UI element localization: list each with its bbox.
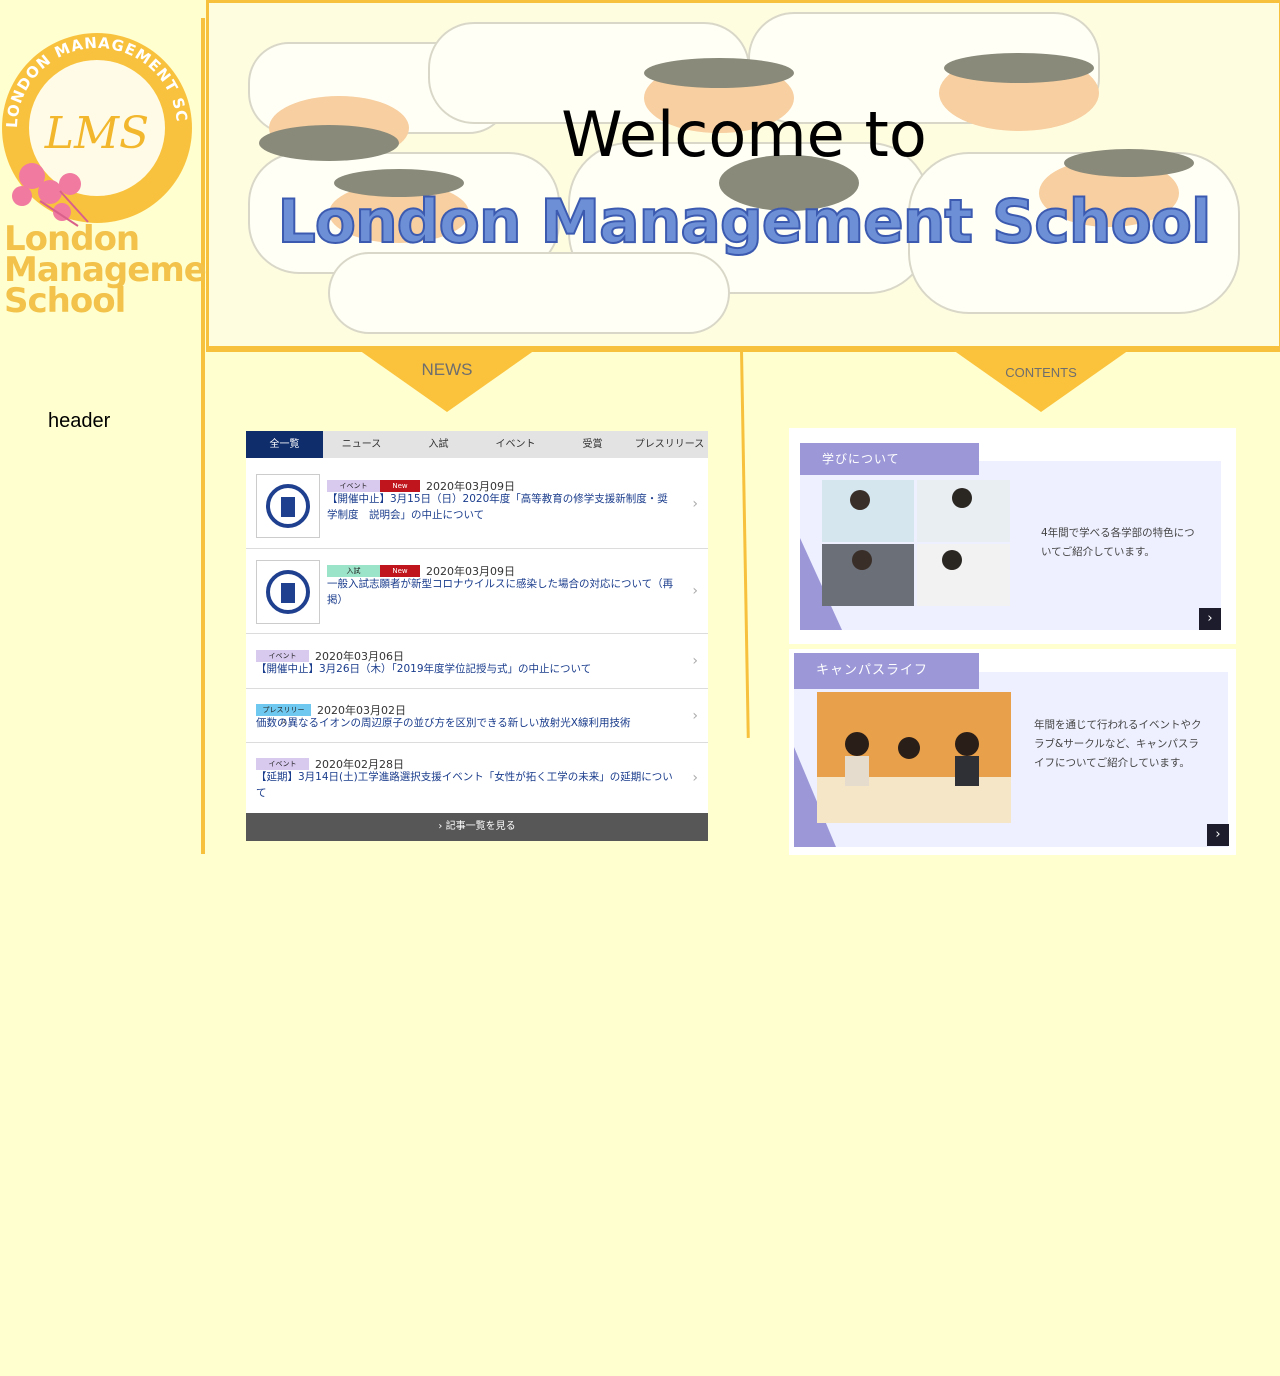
card-description: 4年間で学べる各学部の特色についてご紹介しています。 bbox=[1041, 527, 1195, 558]
news-title-link[interactable]: 価数の異なるイオンの周辺原子の並び方を区別できる新しい放射光X線利用技術 bbox=[256, 715, 676, 731]
header-placeholder-label: header bbox=[48, 410, 111, 432]
hero-banner: Welcome to London Management School bbox=[206, 0, 1280, 352]
tab-admissions[interactable]: 入試 bbox=[400, 431, 477, 458]
new-badge: New bbox=[380, 479, 420, 492]
chevron-right-icon: › bbox=[692, 707, 698, 724]
card-description: 年間を通じて行われるイベントやクラブ&サークルなど、キャンパスライフについてご紹… bbox=[1034, 719, 1202, 769]
chevron-right-icon[interactable]: › bbox=[1199, 608, 1221, 630]
hero-illustration bbox=[248, 12, 1240, 334]
chevron-right-icon[interactable]: › bbox=[1207, 824, 1229, 846]
chevron-right-icon: › bbox=[692, 495, 698, 512]
news-section-label: NEWS bbox=[421, 360, 473, 379]
category-badge: プレスリリース bbox=[256, 703, 311, 726]
learning-photo-collage bbox=[822, 480, 1010, 606]
news-list-item[interactable]: 入試 New 2020年03月09日 一般入試志願者が新型コロナウイルスに感染した場… bbox=[246, 549, 708, 634]
view-all-news-link[interactable]: › 記事一覧を見る bbox=[246, 813, 708, 841]
news-title-link[interactable]: 【延期】3月14日(土)工学進路選択支援イベント「女性が拓く工学の未来」の延期に… bbox=[256, 769, 676, 801]
tab-news[interactable]: ニュース bbox=[323, 431, 400, 458]
news-title-link[interactable]: 【開催中止】3月15日（日）2020年度「高等教育の修学支援新制度・奨学制度 説… bbox=[327, 491, 677, 523]
column-divider bbox=[740, 349, 750, 738]
news-title-link[interactable]: 一般入試志願者が新型コロナウイルスに感染した場合の対応について（再掲） bbox=[327, 576, 677, 608]
chevron-right-icon: › bbox=[692, 770, 698, 786]
news-tabs: 全一覧 ニュース 入試 イベント 受賞 プレスリリース bbox=[246, 431, 708, 458]
tab-events[interactable]: イベント bbox=[477, 431, 554, 458]
chevron-right-icon: › bbox=[692, 583, 698, 599]
tab-press-releases[interactable]: プレスリリース bbox=[631, 431, 708, 458]
contents-card-learning[interactable]: 学びについて 4年間で学べる各学部の特色についてご紹介しています。 › bbox=[789, 428, 1236, 644]
category-badge: 入試 bbox=[327, 564, 380, 577]
hero-school-name: London Management School bbox=[277, 186, 1213, 258]
tab-awards[interactable]: 受賞 bbox=[554, 431, 631, 458]
hero-welcome-text: Welcome to bbox=[561, 98, 927, 171]
tab-all[interactable]: 全一覧 bbox=[246, 431, 323, 458]
news-title-link[interactable]: 【開催中止】3月26日（木）「2019年度学位記授与式」の中止について bbox=[256, 661, 676, 677]
category-badge: イベント bbox=[256, 757, 309, 770]
news-list-item[interactable]: イベント 2020年02月28日 【延期】3月14日(土)工学進路選択支援イベント… bbox=[246, 743, 708, 813]
campus-life-photo bbox=[817, 692, 1011, 823]
university-emblem-icon bbox=[256, 474, 320, 538]
sidebar-rule bbox=[201, 18, 205, 854]
contents-card-campus-life[interactable]: キャンパスライフ 年間を通じて行われるイベントやクラブ&サークルなど、キャンパス… bbox=[789, 649, 1236, 855]
news-list-item[interactable]: プレスリリース2020年03月02日 価数の異なるイオンの周辺原子の並び方を区別… bbox=[246, 689, 708, 743]
card-heading: キャンパスライフ bbox=[794, 653, 979, 689]
contents-chevron bbox=[953, 350, 1129, 412]
logo-monogram: LMS bbox=[44, 108, 149, 159]
new-badge: New bbox=[380, 564, 420, 577]
logo-wordmark: London Management School bbox=[4, 222, 245, 321]
university-emblem-icon bbox=[256, 560, 320, 624]
contents-section-label: CONTENTS bbox=[1005, 365, 1077, 380]
news-list-item[interactable]: イベント 2020年03月06日 【開催中止】3月26日（木）「2019年度学位記… bbox=[246, 634, 708, 689]
logo-wordmark-line: School bbox=[4, 281, 126, 321]
news-panel: 全一覧 ニュース 入試 イベント 受賞 プレスリリース イベント New 2020年… bbox=[246, 431, 708, 841]
chevron-right-icon: › bbox=[692, 653, 698, 669]
category-badge: イベント bbox=[327, 479, 380, 492]
card-heading: 学びについて bbox=[800, 443, 979, 475]
news-list-item[interactable]: イベント New 2020年03月09日 【開催中止】3月15日（日）2020年度「… bbox=[246, 459, 708, 549]
category-badge: イベント bbox=[256, 649, 309, 662]
